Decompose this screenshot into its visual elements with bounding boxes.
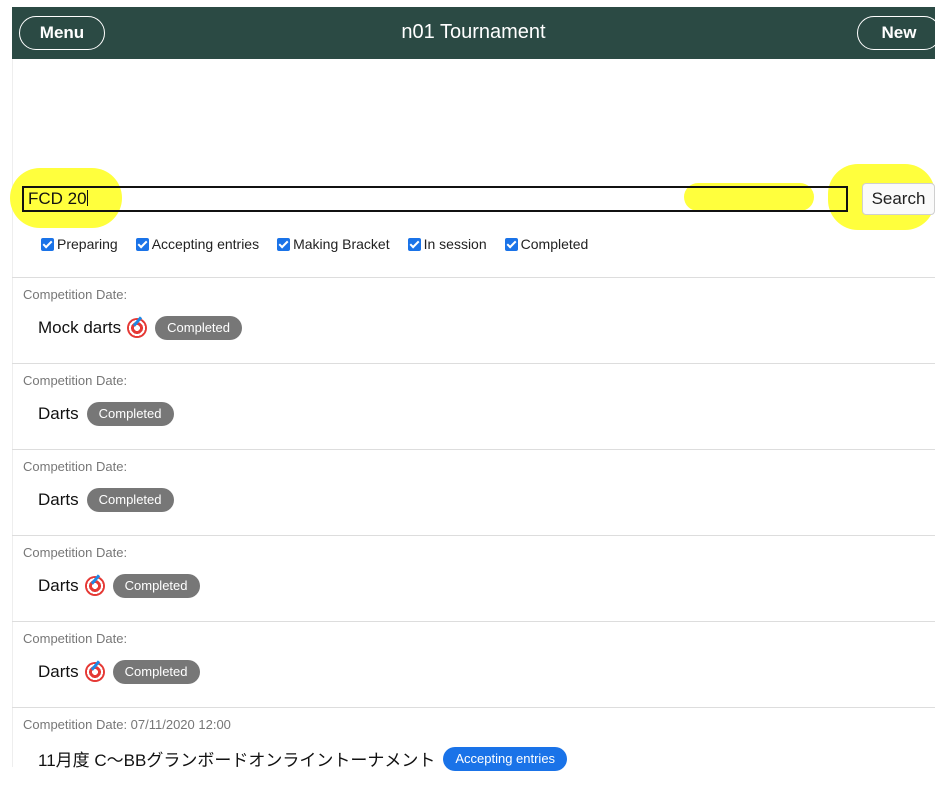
status-badge: Completed [86, 402, 174, 426]
competition-date: Competition Date: [23, 373, 128, 388]
tournament-name-row: Darts Completed [38, 574, 200, 598]
dartboard-icon [84, 662, 105, 682]
text-cursor [86, 190, 88, 206]
filter-in-session[interactable]: In session [407, 236, 487, 252]
tournament-item[interactable]: Competition Date: Darts Completed [12, 535, 935, 621]
tournament-name-row: Mock darts Completed [38, 316, 243, 340]
checkbox-checked-icon[interactable] [277, 237, 291, 251]
status-badge: Completed [112, 660, 200, 684]
tournament-list: Competition Date: Mock darts Completed C… [12, 277, 935, 793]
checkbox-checked-icon[interactable] [504, 237, 518, 251]
tournament-name-row: Darts Completed [38, 402, 174, 426]
competition-date: Competition Date: 07/11/2020 12:00 [23, 717, 231, 732]
competition-date: Competition Date: [23, 631, 128, 646]
competition-date: Competition Date: [23, 287, 128, 302]
status-badge: Completed [86, 488, 174, 512]
tournament-name-row: Darts Completed [38, 488, 174, 512]
filter-making-bracket[interactable]: Making Bracket [277, 236, 390, 252]
filter-completed[interactable]: Completed [504, 236, 589, 252]
status-filters: Preparing Accepting entries Making Brack… [41, 236, 606, 252]
checkbox-checked-icon[interactable] [135, 237, 149, 251]
filter-label: Preparing [57, 236, 118, 252]
search-button[interactable]: Search [862, 183, 935, 215]
tournament-name[interactable]: Darts [38, 576, 79, 596]
search-input-value: FCD 20 [28, 189, 87, 208]
tournament-name[interactable]: Darts [38, 662, 79, 682]
page-title: n01 Tournament [401, 21, 546, 43]
filter-label: Accepting entries [151, 236, 260, 252]
competition-date: Competition Date: [23, 545, 128, 560]
filter-preparing[interactable]: Preparing [41, 236, 118, 252]
filter-accepting-entries[interactable]: Accepting entries [135, 236, 260, 252]
dartboard-icon [84, 576, 105, 596]
filter-label: Making Bracket [293, 236, 390, 252]
filter-label: In session [423, 236, 487, 252]
checkbox-checked-icon[interactable] [41, 237, 54, 251]
search-input[interactable]: FCD 20 [22, 186, 848, 212]
checkbox-checked-icon[interactable] [407, 237, 421, 251]
filter-label: Completed [520, 236, 589, 252]
new-button[interactable]: New [857, 16, 935, 50]
tournament-item[interactable]: Competition Date: Darts Completed [12, 363, 935, 449]
tournament-name[interactable]: Mock darts [38, 318, 121, 338]
competition-date: Competition Date: [23, 459, 128, 474]
menu-button[interactable]: Menu [19, 16, 105, 50]
status-badge: Completed [155, 316, 243, 340]
tournament-name-row: Darts Completed [38, 660, 200, 684]
app-header: n01 Tournament Menu New [12, 7, 935, 59]
tournament-name[interactable]: Darts [38, 490, 79, 510]
tournament-name-row: 11月度 C〜BBグランボードオンライントーナメント Accepting ent… [38, 746, 568, 771]
tournament-item[interactable]: Competition Date: Darts Completed [12, 449, 935, 535]
tournament-name[interactable]: 11月度 C〜BBグランボードオンライントーナメント [38, 746, 435, 771]
tournament-item[interactable]: Competition Date: 07/11/2020 12:00 11月度 … [12, 707, 935, 793]
dartboard-icon [127, 318, 148, 338]
status-badge: Completed [112, 574, 200, 598]
tournament-item[interactable]: Competition Date: Mock darts Completed [12, 277, 935, 363]
tournament-item[interactable]: Competition Date: Darts Completed [12, 621, 935, 707]
tournament-name[interactable]: Darts [38, 404, 79, 424]
